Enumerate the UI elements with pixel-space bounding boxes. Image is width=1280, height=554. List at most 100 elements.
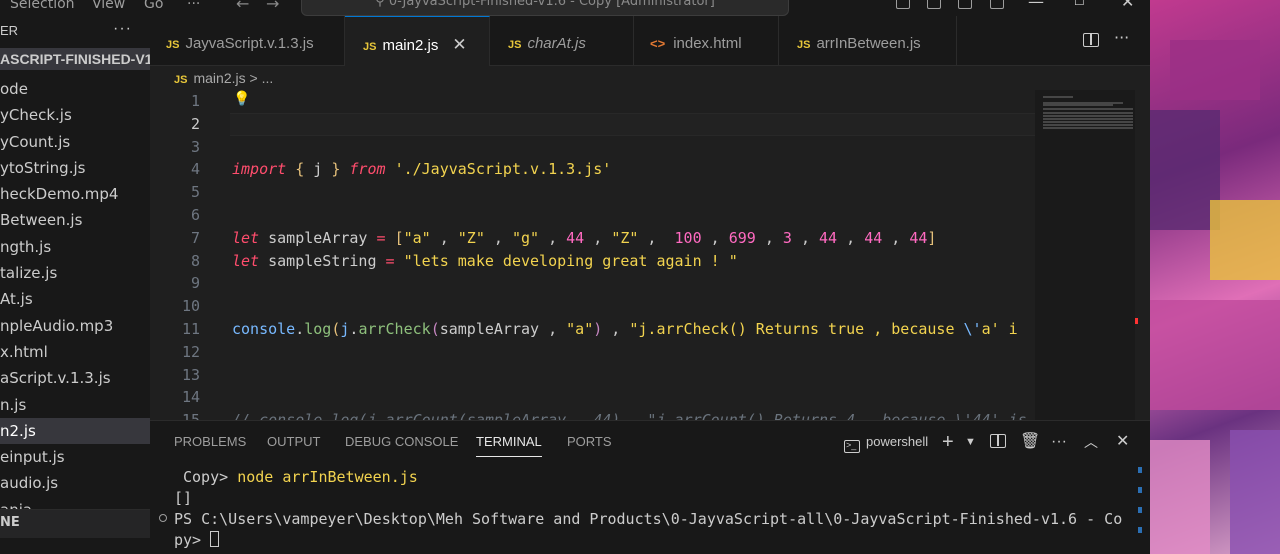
punct: { <box>295 160 305 178</box>
tab-problems[interactable]: PROBLEMS <box>174 421 246 461</box>
file-item[interactable]: heckDemo.mp4 <box>0 181 150 207</box>
file-item[interactable]: yCheck.js <box>0 102 150 128</box>
shell-name: powershell <box>866 434 929 449</box>
menu-go[interactable]: Go <box>144 0 163 12</box>
maximize-icon[interactable]: ☐ <box>1074 0 1085 8</box>
tab-index-html[interactable]: <> index.html <box>634 16 779 66</box>
maximize-panel-icon[interactable]: ︿ <box>1084 421 1098 461</box>
terminal-output[interactable]: Copy> node arrInBetween.js [] PS C:\User… <box>150 465 1150 554</box>
file-item[interactable]: ode <box>0 76 150 102</box>
line-number: 13 <box>181 365 200 384</box>
more-actions-icon[interactable]: ··· <box>113 16 132 44</box>
identifier: j <box>340 320 350 338</box>
function-name: arrCheck <box>358 320 431 338</box>
file-item[interactable]: n2.js <box>0 417 150 445</box>
file-list: ode yCheck.js yCount.js ytoString.js heckDem… <box>0 76 150 523</box>
tab-ports[interactable]: PORTS <box>567 421 612 461</box>
workspace-folder[interactable]: ASCRIPT-FINISHED-V1... <box>0 48 150 70</box>
close-tab-icon[interactable]: ✕ <box>452 35 466 54</box>
close-window-icon[interactable]: ✕ <box>1121 0 1134 11</box>
string: "a" <box>566 320 594 338</box>
tab-terminal[interactable]: TERMINAL <box>476 421 542 461</box>
minimize-icon[interactable]: — <box>1028 0 1044 11</box>
chevron-down-icon[interactable]: ▼ <box>965 421 976 461</box>
string: "j.arrCheck() Returns true , because <box>629 320 964 338</box>
menu-selection[interactable]: Selection <box>10 0 75 12</box>
identifier: j <box>313 160 323 178</box>
file-item[interactable]: n.js <box>0 392 150 418</box>
tab-label: index.html <box>673 35 742 52</box>
toggle-secondary-sidebar-icon[interactable] <box>958 0 972 9</box>
close-panel-icon[interactable]: ✕ <box>1116 421 1129 461</box>
terminal-prompt: py> <box>174 531 211 549</box>
command-decoration-icon[interactable] <box>159 514 167 522</box>
identifier: sampleString <box>268 252 377 270</box>
js-file-icon: JS <box>508 39 522 51</box>
tab-charat[interactable]: JS charAt.js <box>490 16 634 66</box>
identifier: sampleArray <box>439 320 540 338</box>
tab-label: arrInBetween.js <box>816 35 921 52</box>
breadcrumb-file[interactable]: main2.js <box>193 70 245 86</box>
keyword: import <box>232 160 287 178</box>
terminal-scrollbar[interactable] <box>1138 465 1142 554</box>
tab-label: JayvaScript.v.1.3.js <box>185 35 314 52</box>
split-editor-icon[interactable] <box>1083 33 1099 47</box>
line-number: 6 <box>190 206 200 224</box>
editor-more-icon[interactable]: ··· <box>1114 28 1129 47</box>
trash-icon[interactable]: 🗑 <box>1020 421 1040 461</box>
menu-view[interactable]: View <box>92 0 125 12</box>
line-number: 1 <box>190 92 200 110</box>
customize-layout-icon[interactable] <box>990 0 1004 9</box>
function-name: log <box>304 320 332 338</box>
file-item[interactable]: ngth.js <box>0 234 150 260</box>
file-item[interactable]: talize.js <box>0 260 150 286</box>
line-number: 9 <box>190 274 200 293</box>
file-item[interactable]: yCount.js <box>0 129 150 155</box>
toggle-panel-icon[interactable] <box>927 0 941 9</box>
back-arrow-icon[interactable]: ← <box>236 0 249 13</box>
file-item[interactable]: aScript.v.1.3.js <box>0 365 150 391</box>
panel-more-icon[interactable]: ··· <box>1051 421 1067 461</box>
split-terminal-icon[interactable] <box>990 421 1006 461</box>
outline-section[interactable]: NE <box>0 509 150 538</box>
terminal-icon: >_ <box>844 440 860 453</box>
terminal-cursor <box>210 531 220 547</box>
terminal-command: node arrInBetween.js <box>237 468 418 486</box>
tab-jayvascript[interactable]: JS JayvaScript.v.1.3.js <box>150 16 345 66</box>
js-file-icon: JS <box>797 39 811 51</box>
tab-debug-console[interactable]: DEBUG CONSOLE <box>345 421 458 461</box>
breadcrumb-symbol[interactable]: ... <box>262 70 274 86</box>
toggle-sidebar-icon[interactable] <box>896 0 910 9</box>
file-item[interactable]: ytoString.js <box>0 155 150 181</box>
breadcrumb-separator: > <box>249 70 258 86</box>
tab-arrinbetween[interactable]: JS arrInBetween.js <box>779 16 957 66</box>
bottom-panel: PROBLEMS OUTPUT DEBUG CONSOLE TERMINAL P… <box>150 420 1150 554</box>
file-item[interactable]: x.html <box>0 339 150 365</box>
keyword: let <box>232 252 260 270</box>
lightbulb-icon[interactable]: 💡 <box>233 91 250 107</box>
file-item[interactable]: Between.js <box>0 207 150 233</box>
menu-more[interactable]: ··· <box>187 0 200 12</box>
explorer-title: ER <box>0 23 19 38</box>
desktop-background-image <box>1150 0 1280 554</box>
file-item[interactable]: einput.js <box>0 444 150 470</box>
line-number: 3 <box>190 137 200 156</box>
code-editor[interactable]: 123456789101112131415 💡 import { j } fro… <box>150 90 1150 420</box>
js-file-icon: JS <box>174 74 188 86</box>
forward-arrow-icon[interactable]: → <box>266 0 279 13</box>
command-center[interactable]: ⚲ 0-JayvaScript-Finished-v1.6 - Copy [Ad… <box>301 0 789 16</box>
file-item[interactable]: At.js <box>0 286 150 312</box>
punct: } <box>331 160 341 178</box>
terminal-shell-selector[interactable]: >_ powershell <box>844 421 928 461</box>
tab-main2[interactable]: JS main2.js ✕ <box>345 16 490 66</box>
file-item[interactable]: npleAudio.mp3 <box>0 313 150 339</box>
breadcrumb: JS main2.js > ... <box>150 66 1150 90</box>
js-file-icon: JS <box>363 41 377 53</box>
editor-scrollbar[interactable] <box>1135 90 1150 420</box>
comment: // console.log(j.arrCount(sampleArray , … <box>232 411 1118 420</box>
tab-output[interactable]: OUTPUT <box>267 421 320 461</box>
file-item[interactable]: audio.js <box>0 470 150 496</box>
minimap[interactable] <box>1035 90 1135 420</box>
line-number: 2 <box>190 114 200 133</box>
new-terminal-icon[interactable]: + <box>942 421 954 461</box>
